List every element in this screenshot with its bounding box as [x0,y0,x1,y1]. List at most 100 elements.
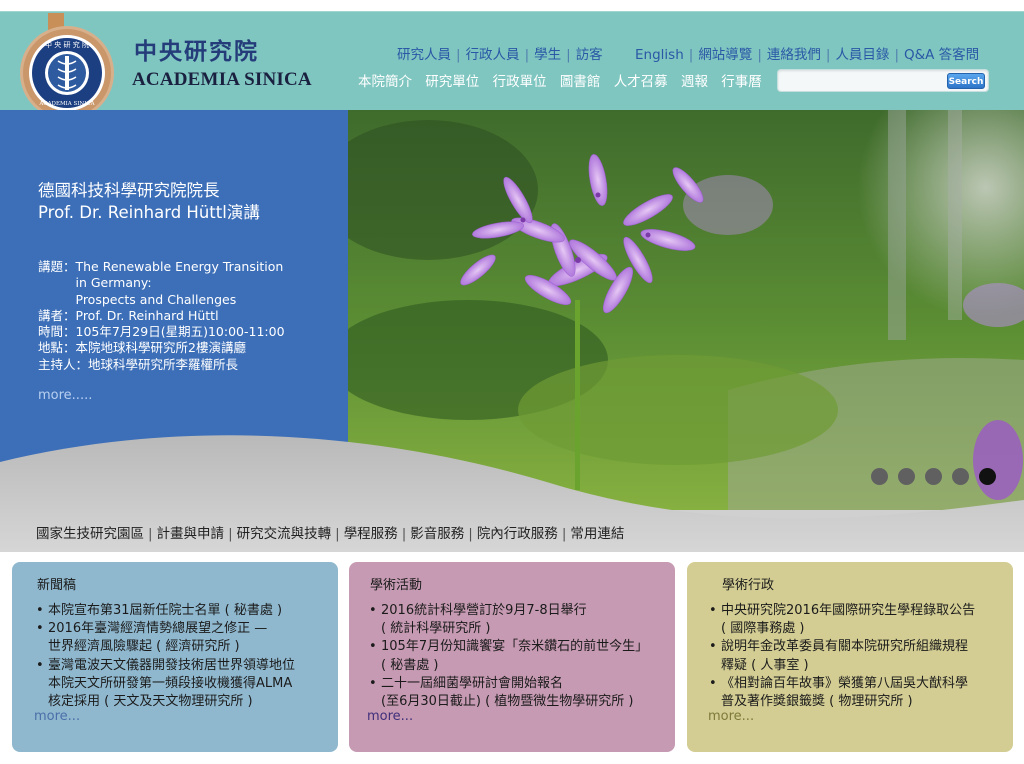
audience-links: 研究人員 | 行政人員 | 學生 | 訪客 [397,43,603,63]
academic-item-line: 2016統計科學營訂於9月7-8日舉行 [381,603,587,618]
nav-research-units[interactable]: 研究單位 [425,70,479,90]
admin-item-line: 說明年金改革委員有關本院研究所組織規程 [721,639,969,655]
divider: | [688,47,694,63]
news-item-line: 本院天文所研發第一頻段接收機獲得ALMA [48,675,293,691]
subnav-tech-transfer[interactable]: 研究交流與技轉 [237,522,332,542]
detail-line: Prospects and Challenges [38,291,237,307]
detail-line: 講題：The Renewable Energy Transition [38,259,284,274]
search-box: Search [777,69,989,92]
admin-box: 學術行政 中央研究院2016年國際研究生學程錄取公告 ( 國際事務處 ) 說明年… [687,562,1013,752]
admin-item[interactable]: 《相對論百年故事》榮獲第八屆吳大猷科學 普及著作獎銀籤獎 ( 物理研究所 ) [709,675,975,711]
nav-calendar[interactable]: 行事曆 [721,70,762,90]
subnav-common-links[interactable]: 常用連結 [570,522,624,542]
link-admin-staff[interactable]: 行政人員 [466,43,520,63]
news-item-line: 本院宣布第31屆新任院士名單 ( 秘書處 ) [48,603,283,618]
admin-item[interactable]: 中央研究院2016年國際研究生學程錄取公告 ( 國際事務處 ) [709,602,975,638]
news-box-title: 新聞稿 [37,578,77,593]
link-contact[interactable]: 連絡我們 [767,43,821,63]
divider: | [456,47,461,63]
news-item-line: 臺灣電波天文儀器開發技術居世界領導地位 [48,657,296,673]
divider: | [335,526,340,542]
news-item[interactable]: 臺灣電波天文儀器開發技術居世界領導地位 本院天文所研發第一頻段接收機獲得ALMA… [36,657,295,712]
nav-admin-units[interactable]: 行政單位 [493,70,547,90]
divider: | [468,526,473,542]
utility-links: English | 網站導覽 | 連絡我們 | 人員目錄 | Q&A 答客問 [635,43,979,63]
feature-title-line: Prof. Dr. Reinhard Hüttl演講 [38,203,260,222]
academic-item-line: 105年7月份知識饗宴「奈米鑽石的前世今生」 [381,639,649,655]
divider: | [524,47,530,63]
news-item-line: 世界經濟風險驟起 ( 經濟研究所 ) [48,639,240,655]
detail-line: 地點：本院地球科學研究所2樓演講廳 [38,340,246,356]
divider: | [228,526,233,542]
academic-item[interactable]: 2016統計科學營訂於9月7-8日舉行 ( 統計科學研究所 ) [369,602,648,638]
sub-nav: 國家生技研究園區 | 計畫與申請 | 研究交流與技轉 | 學程服務 | 影音服務 | 院內行政服務 |… [36,522,624,542]
news-item-line: 2016年臺灣經濟情勢總展望之修正 — [48,621,268,637]
svg-text:ACADEMIA SINICA: ACADEMIA SINICA [38,101,95,107]
admin-box-title: 學術行政 [722,578,775,593]
academic-more-link[interactable]: more... [367,709,413,724]
divider: | [825,47,831,63]
link-faq[interactable]: Q&A 答客問 [904,43,979,63]
subnav-media[interactable]: 影音服務 [410,522,464,542]
news-list: 本院宣布第31屆新任院士名單 ( 秘書處 ) 2016年臺灣經濟情勢總展望之修正… [36,602,295,711]
slide-dot-3[interactable] [925,468,942,485]
news-item-line: 核定採用 ( 天文及天文物理研究所 ) [48,694,253,710]
link-sitemap[interactable]: 網站導覽 [698,43,752,63]
feature-details: 講題：The Renewable Energy Transition in Ge… [38,259,338,373]
detail-line: 主持人：地球科學研究所李羅權所長 [38,356,239,372]
admin-list: 中央研究院2016年國際研究生學程錄取公告 ( 國際事務處 ) 說明年金改革委員… [709,602,975,711]
divider: | [148,526,153,542]
link-students[interactable]: 學生 [534,43,561,63]
brand-name-chinese[interactable]: 中央研究院 [134,32,259,66]
slide-dot-1[interactable] [871,468,888,485]
hero-banner: 德國科技科學研究院院長 Prof. Dr. Reinhard Hüttl演講 講… [0,110,1024,552]
academia-sinica-seal-logo[interactable]: 中 央 研 究 院 ACADEMIA SINICA [20,13,114,121]
nav-about[interactable]: 本院簡介 [358,70,412,90]
slide-dot-4[interactable] [952,468,969,485]
link-visitors[interactable]: 訪客 [576,43,603,63]
divider: | [401,526,407,542]
link-researchers[interactable]: 研究人員 [397,43,451,63]
nav-library[interactable]: 圖書館 [560,70,601,90]
slide-dot-2[interactable] [898,468,915,485]
svg-text:中 央 研 究 院: 中 央 研 究 院 [45,40,89,49]
admin-item-line: ( 國際事務處 ) [721,621,805,637]
nav-weekly[interactable]: 週報 [681,70,708,90]
academic-list: 2016統計科學營訂於9月7-8日舉行 ( 統計科學研究所 ) 105年7月份知… [369,602,648,711]
admin-item-line: 釋疑 ( 人事室 ) [721,657,809,673]
academic-box-title: 學術活動 [370,578,423,593]
site-header: 中 央 研 究 院 ACADEMIA SINICA 中央研究院 ACADEMIA… [0,11,1024,120]
news-item[interactable]: 本院宣布第31屆新任院士名單 ( 秘書處 ) [36,602,295,620]
admin-item-line: 《相對論百年故事》榮獲第八屆吳大猷科學 [721,675,969,691]
subnav-degree-services[interactable]: 學程服務 [344,522,398,542]
academic-item[interactable]: 105年7月份知識饗宴「奈米鑽石的前世今生」 ( 秘書處 ) [369,638,648,674]
academic-item[interactable]: 二十一屆細菌學研討會開始報名 (至6月30日截止) ( 植物暨微生物學研究所 ) [369,675,648,711]
divider: | [561,526,567,542]
admin-more-link[interactable]: more... [708,709,754,724]
detail-line: 時間：105年7月29日(星期五)10:00-11:00 [38,324,285,340]
slide-indicators [871,468,1006,489]
news-more-link[interactable]: more... [34,709,80,724]
link-directory[interactable]: 人員目錄 [835,43,889,63]
search-input[interactable] [784,72,944,89]
academic-item-line: ( 秘書處 ) [381,657,439,673]
admin-item[interactable]: 說明年金改革委員有關本院研究所組織規程 釋疑 ( 人事室 ) [709,638,975,674]
search-button[interactable]: Search [947,73,985,89]
academic-box: 學術活動 2016統計科學營訂於9月7-8日舉行 ( 統計科學研究所 ) 105… [349,562,675,752]
slide-dot-5[interactable] [979,468,996,485]
brand-name-english[interactable]: ACADEMIA SINICA [132,69,312,91]
academic-item-line: (至6月30日截止) ( 植物暨微生物學研究所 ) [381,694,634,710]
admin-item-line: 普及著作獎銀籤獎 ( 物理研究所 ) [721,694,913,710]
divider: | [894,47,899,63]
admin-item-line: 中央研究院2016年國際研究生學程錄取公告 [721,603,976,618]
nav-recruitment[interactable]: 人才召募 [614,70,668,90]
subnav-biotech-park[interactable]: 國家生技研究園區 [36,522,144,542]
subnav-programs[interactable]: 計畫與申請 [157,522,225,542]
feature-title[interactable]: 德國科技科學研究院院長 Prof. Dr. Reinhard Hüttl演講 [38,180,338,224]
divider: | [566,47,571,63]
detail-line: 講者：Prof. Dr. Reinhard Hüttl [38,307,219,323]
news-item[interactable]: 2016年臺灣經濟情勢總展望之修正 — 世界經濟風險驟起 ( 經濟研究所 ) [36,620,295,656]
divider: | [757,47,762,63]
link-english[interactable]: English [635,47,684,63]
subnav-internal-services[interactable]: 院內行政服務 [477,522,558,542]
